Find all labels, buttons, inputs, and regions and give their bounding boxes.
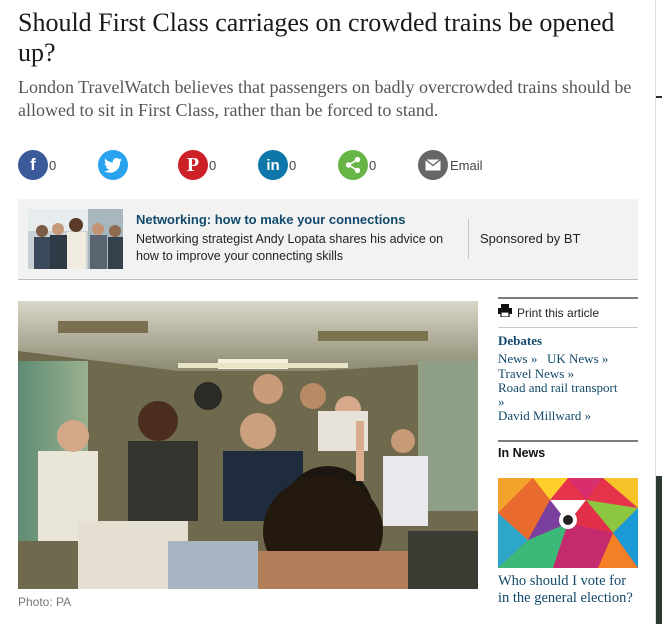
linkedin-share-button[interactable]: in 0 bbox=[258, 148, 296, 182]
sponsor-thumbnail[interactable] bbox=[28, 209, 123, 269]
email-label: Email bbox=[450, 157, 483, 173]
facebook-share-count: 0 bbox=[49, 157, 57, 173]
debates-heading: Debates bbox=[498, 333, 543, 348]
news-link[interactable]: News » bbox=[498, 351, 537, 367]
sidebar-divider bbox=[498, 327, 638, 328]
share-icon bbox=[338, 150, 368, 180]
pinterest-share-button[interactable]: P 0 bbox=[178, 148, 216, 182]
in-news-rule bbox=[498, 440, 638, 442]
envelope-icon bbox=[418, 150, 448, 180]
sponsored-promo[interactable]: Networking: how to make your connections… bbox=[18, 199, 638, 280]
pinterest-icon: P bbox=[178, 150, 208, 180]
sponsor-title-link[interactable]: Networking: how to make your connections bbox=[136, 212, 405, 227]
sidebar-top-rule bbox=[498, 297, 638, 299]
sponsor-divider bbox=[468, 219, 469, 259]
facebook-icon: f bbox=[18, 150, 48, 180]
sharethis-share-count: 0 bbox=[369, 157, 377, 173]
linkedin-icon: in bbox=[258, 150, 288, 180]
twitter-icon bbox=[98, 150, 128, 180]
twitter-share-button[interactable] bbox=[98, 148, 128, 182]
adjacent-window-edge-mark bbox=[656, 96, 662, 98]
article-main-photo bbox=[18, 301, 478, 589]
road-rail-transport-link[interactable]: Road and rail transport bbox=[498, 380, 618, 396]
printer-icon bbox=[498, 304, 512, 322]
facebook-share-button[interactable]: f 0 bbox=[18, 148, 56, 182]
sponsored-by-label: Sponsored by BT bbox=[480, 231, 581, 246]
photo-caption: Photo: PA bbox=[18, 595, 72, 609]
print-article-label: Print this article bbox=[517, 306, 600, 320]
pinterest-share-count: 0 bbox=[209, 157, 217, 173]
share-bar: f 0 P 0 in 0 0 Email bbox=[18, 148, 518, 182]
in-news-heading: In News bbox=[498, 446, 546, 460]
adjacent-window-edge-block bbox=[656, 476, 662, 624]
linkedin-share-count: 0 bbox=[289, 157, 297, 173]
david-millward-link[interactable]: David Millward » bbox=[498, 408, 591, 424]
sharethis-share-button[interactable]: 0 bbox=[338, 148, 376, 182]
votematch-headline-link[interactable]: Who should I vote for in the general ele… bbox=[498, 573, 638, 607]
votematch-thumbnail[interactable] bbox=[498, 478, 638, 568]
print-article-button[interactable]: Print this article bbox=[498, 304, 600, 322]
sponsor-description: Networking strategist Andy Lopata shares… bbox=[136, 232, 444, 263]
article-standfirst: London TravelWatch believes that passeng… bbox=[18, 77, 632, 120]
email-share-button[interactable]: Email bbox=[418, 148, 483, 182]
article-headline: Should First Class carriages on crowded … bbox=[18, 8, 615, 67]
uk-news-link[interactable]: UK News » bbox=[547, 351, 608, 367]
